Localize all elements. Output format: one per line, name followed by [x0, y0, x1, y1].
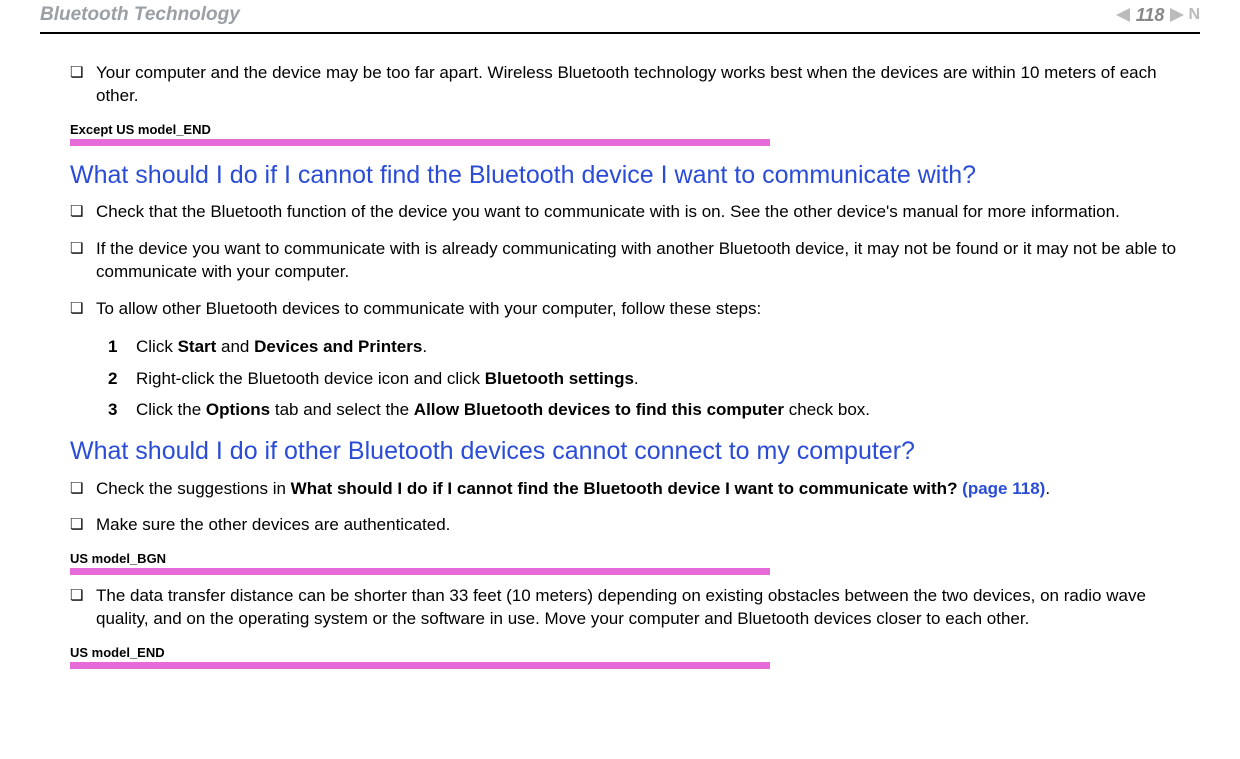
- step-number: 1: [108, 335, 136, 359]
- cross-reference-link[interactable]: (page 118): [962, 479, 1045, 498]
- magenta-separator-bar: [70, 568, 770, 575]
- step-row: 3 Click the Options tab and select the A…: [108, 398, 1180, 422]
- step-text: Click Start and Devices and Printers.: [136, 335, 1180, 359]
- model-tag-label: Except US model_END: [70, 122, 1180, 137]
- bullet-text: Make sure the other devices are authenti…: [96, 514, 1180, 537]
- bullet-item: ❏ If the device you want to communicate …: [70, 238, 1180, 284]
- bullet-text: Check the suggestions in What should I d…: [96, 478, 1180, 501]
- model-tag-except-us-end: Except US model_END: [70, 122, 1180, 146]
- bullet-item: ❏ Check that the Bluetooth function of t…: [70, 201, 1180, 224]
- bullet-icon: ❏: [70, 62, 96, 83]
- page-content: ❏ Your computer and the device may be to…: [40, 62, 1200, 669]
- bullet-icon: ❏: [70, 585, 96, 606]
- bullet-text: Your computer and the device may be too …: [96, 62, 1180, 108]
- bullet-text: To allow other Bluetooth devices to comm…: [96, 298, 1180, 321]
- bullet-item: ❏ Check the suggestions in What should I…: [70, 478, 1180, 501]
- section-heading: What should I do if I cannot find the Bl…: [70, 160, 1180, 191]
- page-number: 118: [1136, 5, 1165, 26]
- bullet-item: ❏ The data transfer distance can be shor…: [70, 585, 1180, 631]
- model-tag-label: US model_END: [70, 645, 1180, 660]
- step-number: 3: [108, 398, 136, 422]
- numbered-steps: 1 Click Start and Devices and Printers. …: [108, 335, 1180, 422]
- bullet-icon: ❏: [70, 238, 96, 259]
- section-heading: What should I do if other Bluetooth devi…: [70, 436, 1180, 467]
- nav-n-glyph: N: [1188, 6, 1200, 24]
- bullet-text: If the device you want to communicate wi…: [96, 238, 1180, 284]
- model-tag-us-bgn: US model_BGN: [70, 551, 1180, 575]
- step-text: Right-click the Bluetooth device icon an…: [136, 367, 1180, 391]
- magenta-separator-bar: [70, 139, 770, 146]
- bullet-icon: ❏: [70, 298, 96, 319]
- bullet-icon: ❏: [70, 201, 96, 222]
- model-tag-us-end: US model_END: [70, 645, 1180, 669]
- step-row: 2 Right-click the Bluetooth device icon …: [108, 367, 1180, 391]
- bullet-icon: ❏: [70, 514, 96, 535]
- bullet-text: Check that the Bluetooth function of the…: [96, 201, 1180, 224]
- step-number: 2: [108, 367, 136, 391]
- header-title: Bluetooth Technology: [40, 4, 240, 26]
- header-nav: 118 N: [1116, 5, 1200, 26]
- step-row: 1 Click Start and Devices and Printers.: [108, 335, 1180, 359]
- magenta-separator-bar: [70, 662, 770, 669]
- page-header: Bluetooth Technology 118 N: [40, 0, 1200, 34]
- bullet-item: ❏ Your computer and the device may be to…: [70, 62, 1180, 108]
- step-text: Click the Options tab and select the All…: [136, 398, 1180, 422]
- next-page-arrow-icon[interactable]: [1170, 8, 1184, 22]
- bullet-icon: ❏: [70, 478, 96, 499]
- bullet-text: The data transfer distance can be shorte…: [96, 585, 1180, 631]
- prev-page-arrow-icon[interactable]: [1116, 8, 1130, 22]
- model-tag-label: US model_BGN: [70, 551, 1180, 566]
- bullet-item: ❏ Make sure the other devices are authen…: [70, 514, 1180, 537]
- bullet-item: ❏ To allow other Bluetooth devices to co…: [70, 298, 1180, 321]
